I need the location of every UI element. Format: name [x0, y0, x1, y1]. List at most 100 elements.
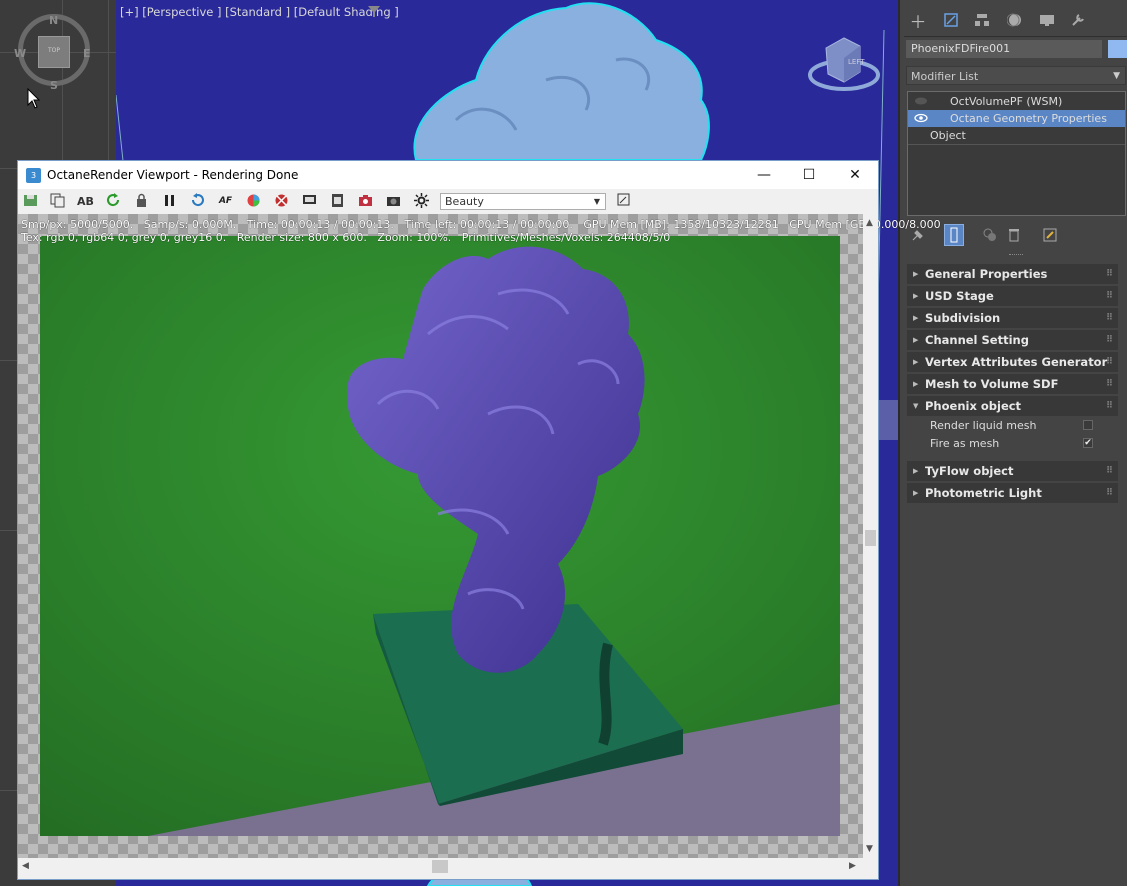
refresh-icon[interactable]	[105, 193, 122, 210]
rollout-title: Channel Setting	[925, 333, 1029, 347]
create-tab-icon[interactable]: ＋	[906, 8, 930, 33]
camera-icon[interactable]	[385, 193, 402, 210]
minimize-button[interactable]: —	[741, 161, 787, 189]
stack-item-label: Octane Geometry Properties	[950, 112, 1107, 125]
rollout-phoenix-object[interactable]: ▼ Phoenix object ⠿	[907, 396, 1118, 416]
expand-arrow-icon: ▶	[913, 270, 919, 278]
render-liquid-mesh-checkbox[interactable]	[1083, 420, 1093, 430]
grid-line	[108, 0, 109, 160]
grid-line	[0, 360, 18, 361]
expand-arrow-icon: ▶	[913, 380, 919, 388]
rollout-subdivision[interactable]: ▶ Subdivision ⠿	[907, 308, 1118, 328]
stack-item-label: OctVolumePF (WSM)	[950, 95, 1063, 108]
stack-item-label: Object	[930, 129, 966, 142]
scroll-right-icon[interactable]: ▶	[849, 861, 856, 871]
rollout-general-properties[interactable]: ▶ General Properties ⠿	[907, 264, 1118, 284]
viewport-label[interactable]: [+] [Perspective ] [Standard ] [Default …	[120, 5, 399, 19]
rollout-photometric-light[interactable]: ▶ Photometric Light ⠿	[907, 483, 1118, 503]
render-pass-value: Beauty	[445, 195, 484, 208]
vertical-scrollbar[interactable]: ▲ ▼	[863, 214, 878, 858]
scroll-down-icon[interactable]: ▼	[866, 844, 873, 854]
rollout-vertex-attributes-generator[interactable]: ▶ Vertex Attributes Generator ⠿	[907, 352, 1118, 372]
rollout-channel-setting[interactable]: ▶ Channel Setting ⠿	[907, 330, 1118, 350]
color-icon[interactable]	[245, 193, 262, 210]
grip-icon: ⠿	[1105, 401, 1113, 411]
expand-arrow-icon: ▶	[913, 336, 919, 344]
object-name-field[interactable]: PhoenixFDFire001	[906, 40, 1102, 58]
filter-icon[interactable]	[368, 5, 380, 17]
collapse-arrow-icon: ▼	[913, 402, 919, 410]
modify-tab-icon[interactable]	[939, 8, 963, 32]
grip-icon: ⠿	[1105, 269, 1113, 279]
camera-red-icon[interactable]	[357, 193, 374, 210]
settings-icon[interactable]	[413, 193, 430, 210]
scroll-left-icon[interactable]: ◀	[22, 861, 29, 871]
object-color-swatch[interactable]	[1108, 40, 1127, 58]
modifier-list-dropdown[interactable]: Modifier List ▼	[906, 66, 1126, 85]
modifier-stack[interactable]: OctVolumePF (WSM) Octane Geometry Proper…	[907, 91, 1126, 216]
modifier-list-label: Modifier List	[911, 70, 979, 83]
expand-arrow-icon: ▶	[913, 292, 919, 300]
divider	[908, 144, 1125, 145]
grid-line	[0, 790, 18, 791]
rollout-title: USD Stage	[925, 289, 994, 303]
ab-compare-icon[interactable]: AB	[77, 193, 94, 210]
utilities-tab-icon[interactable]	[1066, 8, 1090, 32]
scroll-thumb[interactable]	[865, 530, 876, 546]
compass-cube[interactable]: TOP	[38, 36, 70, 68]
hierarchy-tab-icon[interactable]	[970, 8, 994, 32]
scroll-up-icon[interactable]: ▲	[866, 218, 873, 228]
octane-window-titlebar[interactable]: 3 OctaneRender Viewport - Rendering Done…	[18, 161, 878, 189]
compass-north: N	[49, 14, 59, 27]
stack-item-octane-geometry-properties[interactable]: Octane Geometry Properties	[908, 110, 1125, 127]
film-icon[interactable]	[329, 193, 346, 210]
mouse-cursor-icon	[27, 88, 41, 109]
save-icon[interactable]	[22, 193, 39, 210]
lock-icon[interactable]	[133, 193, 150, 210]
stats-line-1: Smp/px: 5000/5000. Samp/s: 0.000M. Time:…	[21, 218, 941, 231]
viewcube-label: LEFT	[848, 58, 865, 66]
pause-icon[interactable]	[161, 193, 178, 210]
stack-item-octvolumepf[interactable]: OctVolumePF (WSM)	[908, 93, 1125, 110]
maximize-button[interactable]: ☐	[786, 161, 832, 189]
display-tab-icon[interactable]	[1035, 8, 1059, 32]
grip-icon: ⠿	[1105, 466, 1113, 476]
horizontal-scrollbar[interactable]: ◀ ▶	[18, 858, 863, 875]
grip-icon: ⠿	[1105, 379, 1113, 389]
compass-south: S	[50, 79, 58, 92]
eye-icon[interactable]	[914, 94, 928, 108]
stack-item-object[interactable]: Object	[908, 127, 1125, 144]
compass-west: W	[14, 47, 27, 60]
expand-arrow-icon: ▶	[913, 489, 919, 497]
rollout-mesh-to-volume-sdf[interactable]: ▶ Mesh to Volume SDF ⠿	[907, 374, 1118, 394]
fire-as-mesh-checkbox[interactable]: ✔	[1083, 438, 1093, 448]
rollout-title: Subdivision	[925, 311, 1001, 325]
rollout-tyflow-object[interactable]: ▶ TyFlow object ⠿	[907, 461, 1118, 481]
chevron-down-icon: ▼	[593, 197, 600, 206]
rollout-usd-stage[interactable]: ▶ USD Stage ⠿	[907, 286, 1118, 306]
make-unique-icon[interactable]	[980, 224, 1000, 246]
restart-icon[interactable]	[189, 193, 206, 210]
grip-icon: ⠿	[1105, 335, 1113, 345]
grip-icon: ⠿	[1105, 488, 1113, 498]
af-icon[interactable]: AF	[217, 193, 234, 210]
render-pass-select[interactable]: Beauty ▼	[440, 193, 606, 210]
motion-tab-icon[interactable]	[1003, 8, 1027, 32]
viewcube-icon[interactable]: LEFT	[804, 30, 884, 95]
stats-line-2: Tex: rgb 0, rgb64 0, grey 0, grey16 0. R…	[21, 231, 671, 244]
export-icon[interactable]	[615, 193, 632, 210]
configure-modifier-sets-icon[interactable]	[1040, 224, 1060, 246]
eye-icon[interactable]	[914, 111, 928, 125]
copy-icon[interactable]	[49, 193, 66, 210]
chevron-down-icon: ▼	[1113, 71, 1120, 81]
sync-icon[interactable]	[273, 193, 290, 210]
show-end-result-icon[interactable]	[944, 224, 964, 246]
expand-arrow-icon: ▶	[913, 467, 919, 475]
grip-icon: ⠿	[1105, 357, 1113, 367]
display-icon[interactable]	[301, 193, 318, 210]
scroll-thumb[interactable]	[432, 860, 448, 873]
render-view[interactable]	[18, 214, 863, 858]
close-button[interactable]: ✕	[832, 161, 878, 189]
separator-grip[interactable]	[1009, 254, 1023, 257]
remove-modifier-icon[interactable]	[1004, 224, 1024, 246]
